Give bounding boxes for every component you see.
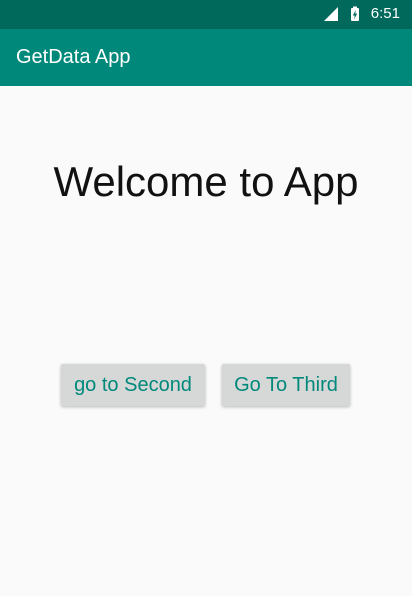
go-to-third-button[interactable]: Go To Third — [222, 364, 350, 406]
status-icons: 6:51 — [323, 5, 400, 23]
main-content: Welcome to App go to Second Go To Third — [0, 86, 412, 596]
welcome-heading: Welcome to App — [53, 158, 359, 205]
app-bar: GetData App — [0, 29, 412, 86]
battery-charging-icon — [350, 6, 359, 21]
go-to-second-button[interactable]: go to Second — [61, 364, 205, 406]
cellular-signal-icon — [323, 7, 338, 21]
app-title: GetData App — [16, 46, 131, 68]
status-time: 6:51 — [370, 5, 400, 22]
status-bar: 6:51 — [0, 0, 412, 29]
